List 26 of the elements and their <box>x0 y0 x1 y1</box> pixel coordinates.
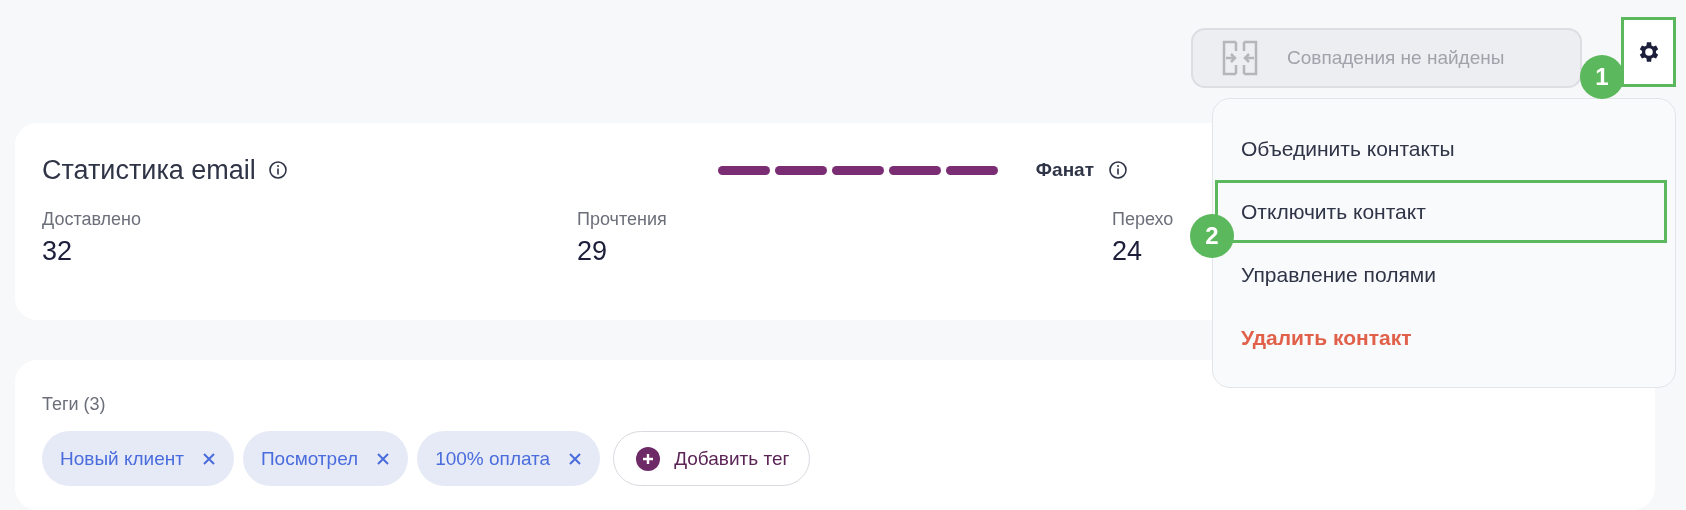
metric-label: Прочтения <box>577 209 667 230</box>
add-tag-button[interactable]: Добавить тег <box>613 431 811 486</box>
merge-icon <box>1221 39 1259 77</box>
info-icon[interactable] <box>1108 160 1128 180</box>
close-icon <box>201 451 216 466</box>
close-icon <box>568 451 583 466</box>
tag-label: Посмотрел <box>260 447 359 470</box>
tag-label: Новый клиент <box>60 447 184 470</box>
metric-value: 24 <box>1112 236 1143 267</box>
info-icon[interactable] <box>267 160 288 180</box>
settings-button[interactable] <box>1621 17 1676 87</box>
close-icon <box>376 451 391 466</box>
step-badge: 1 <box>1580 55 1624 99</box>
section-title: Теги (3) <box>42 394 107 415</box>
metric-label: Доставлено <box>42 209 142 230</box>
metric-value: 29 <box>577 236 608 267</box>
engagement-label: Фанат <box>1035 159 1094 181</box>
tag-label: 100% оплата <box>435 447 551 470</box>
remove-tag-button[interactable] <box>376 451 391 466</box>
card-title: Статистика email <box>42 154 256 186</box>
remove-tag-button[interactable] <box>201 451 216 466</box>
remove-tag-button[interactable] <box>568 451 583 466</box>
metric-label: Перехо <box>1112 209 1174 230</box>
plus-icon <box>636 446 661 471</box>
metric-value: 32 <box>42 236 73 267</box>
menu-item[interactable]: Объединить контакты <box>1215 117 1667 180</box>
